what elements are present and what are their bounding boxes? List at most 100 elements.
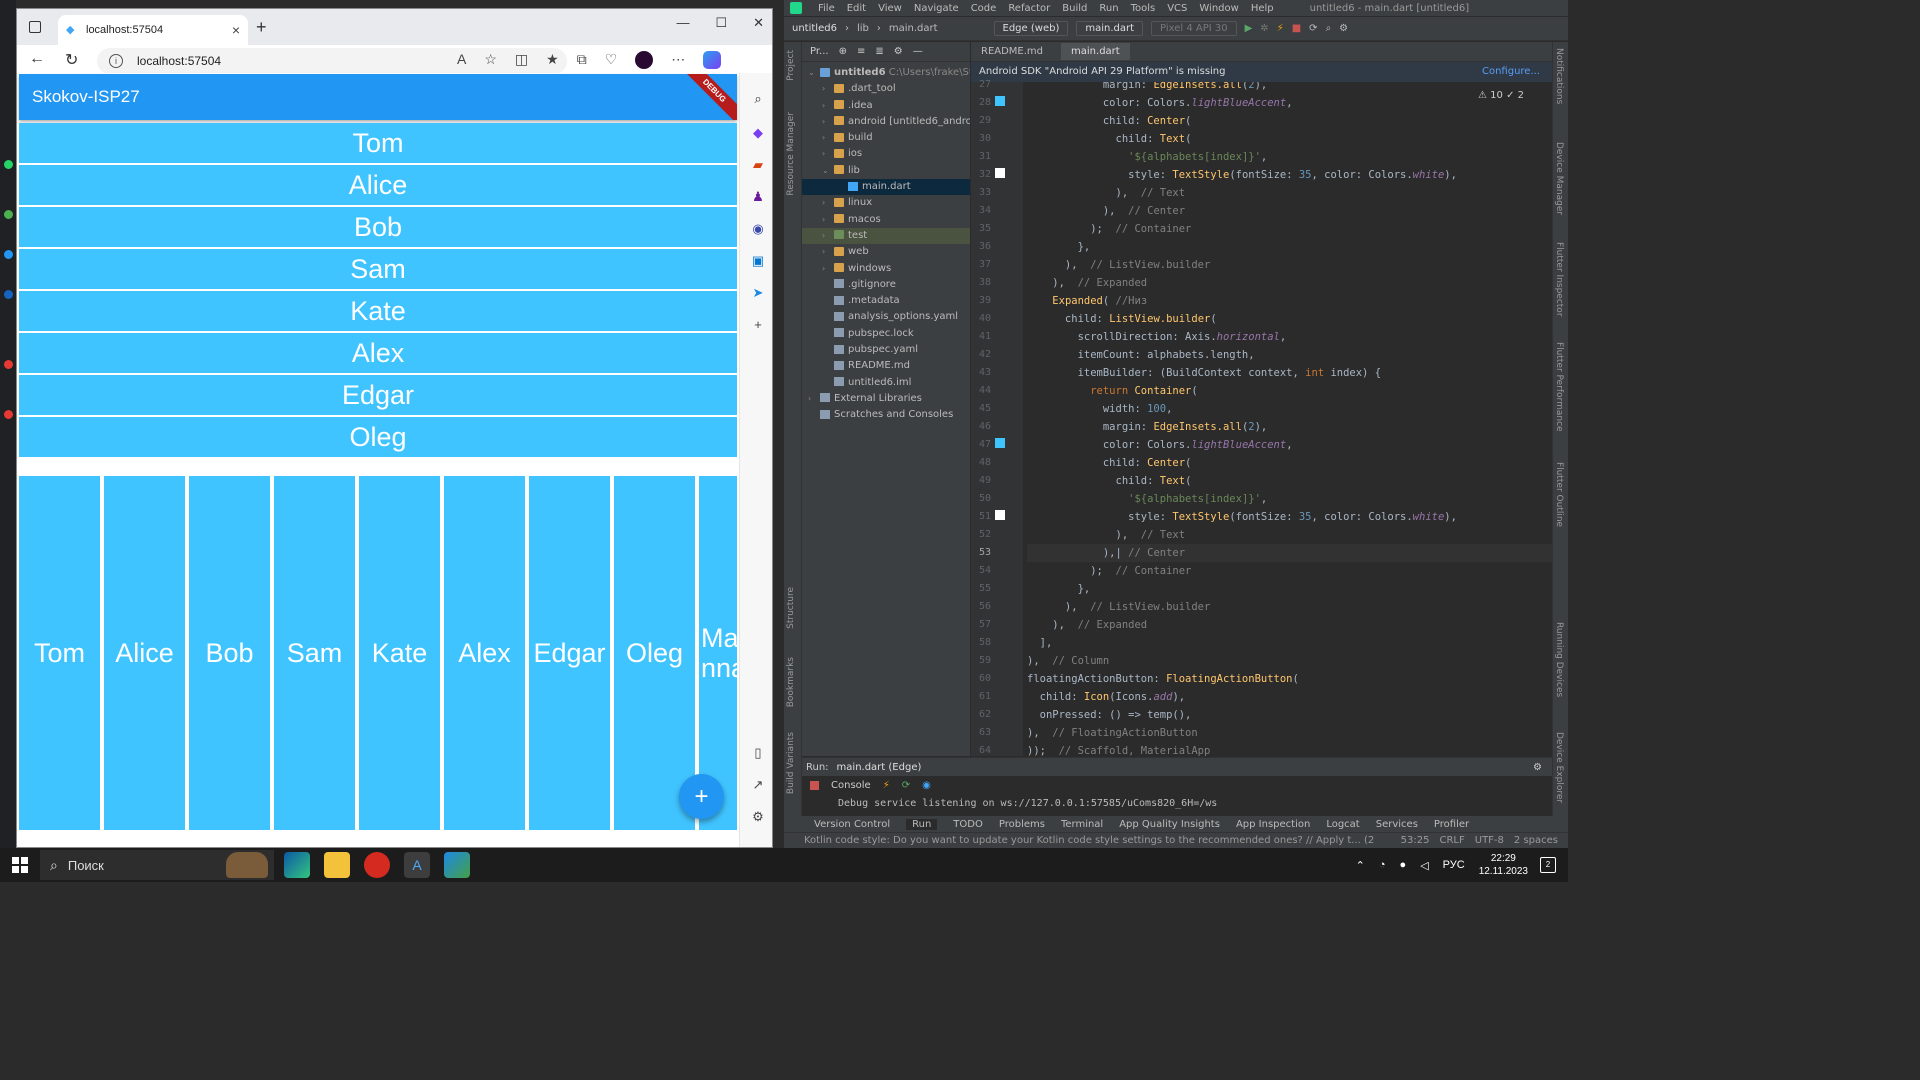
microphone-icon[interactable]: ● (1400, 859, 1407, 871)
code-line[interactable]: return Container( (1027, 382, 1198, 400)
edge-app-icon[interactable] (284, 852, 310, 878)
tab-actions-icon[interactable] (29, 21, 41, 33)
run-icon[interactable]: ▶ (1245, 23, 1253, 34)
code-line[interactable]: ), // Text (1027, 184, 1186, 202)
code-line[interactable]: itemBuilder: (BuildContext context, int … (1027, 364, 1381, 382)
browser-essentials-icon[interactable]: ♡ (605, 51, 618, 69)
tool-version-control[interactable]: Version Control (814, 819, 890, 830)
code-line[interactable]: child: Text( (1027, 130, 1192, 148)
code-line[interactable]: width: 100, (1027, 400, 1173, 418)
open-external-icon[interactable]: ↗ (750, 777, 766, 793)
tree-item[interactable]: › test (802, 227, 970, 245)
sync-icon[interactable]: ⟳ (1309, 23, 1317, 34)
site-info-icon[interactable]: i (109, 54, 123, 68)
console-tab[interactable]: Console (831, 780, 871, 791)
collections-icon[interactable]: ⧉ (577, 51, 587, 69)
code-line[interactable]: child: Icon(Icons.add), (1027, 688, 1185, 706)
menu-item[interactable]: Help (1251, 3, 1274, 14)
profile-avatar[interactable] (635, 51, 654, 69)
inspection-summary[interactable]: ⚠ 10 ✓ 2 (1478, 90, 1524, 101)
sidebar-layout-icon[interactable]: ▯ (750, 745, 766, 761)
menu-item[interactable]: Edit (847, 3, 866, 14)
settings-gear-icon[interactable]: ⚙ (750, 809, 766, 825)
breadcrumb-folder[interactable]: lib (857, 23, 869, 34)
tool-run[interactable]: Run (906, 818, 938, 830)
settings-gear-icon[interactable]: ⚙ (1533, 762, 1542, 773)
code-line[interactable]: }, (1027, 580, 1091, 598)
tree-item[interactable]: untitled6.iml (802, 375, 970, 391)
code-line[interactable]: onPressed: () => temp(), (1027, 706, 1192, 724)
office-icon[interactable]: ◉ (750, 221, 766, 237)
tool-window-flutter-performance[interactable]: Flutter Performance (1554, 342, 1564, 432)
horizontal-list[interactable]: Tom Alice Bob Sam Kate Alex Edgar Oleg Ma nna (19, 476, 737, 830)
browser-tab[interactable]: ◆ localhost:57504 × (58, 15, 248, 45)
tree-item[interactable]: › web (802, 244, 970, 260)
shopping-icon[interactable]: ◆ (750, 125, 766, 141)
run-tab[interactable]: main.dart (Edge) (837, 762, 922, 773)
file-explorer-icon[interactable] (324, 852, 350, 878)
menu-item[interactable]: File (818, 3, 835, 14)
refresh-button[interactable]: ↻ (65, 50, 78, 70)
tree-item[interactable]: ⌄ lib (802, 163, 970, 179)
favorite-star-icon[interactable]: ☆ (484, 51, 497, 69)
code-line[interactable]: ), // Text (1027, 526, 1186, 544)
favorites-icon[interactable]: ★ (546, 51, 559, 69)
tree-item[interactable]: › External Libraries (802, 391, 970, 407)
volume-icon[interactable]: ◁ (1420, 859, 1428, 872)
tree-item[interactable]: › linux (802, 195, 970, 211)
tree-item[interactable]: .metadata (802, 293, 970, 309)
tool-window-flutter-outline[interactable]: Flutter Outline (1554, 462, 1564, 527)
tool-logcat[interactable]: Logcat (1326, 819, 1359, 830)
status-message[interactable]: Kotlin code style: Do you want to update… (804, 835, 1374, 846)
code-line[interactable]: }, (1027, 238, 1091, 256)
tool-window-bookmarks[interactable]: Bookmarks (786, 657, 796, 707)
add-sidebar-app-icon[interactable]: + (750, 317, 766, 333)
tree-item[interactable]: › .dart_tool (802, 81, 970, 97)
tool-window-project[interactable]: Project (786, 50, 796, 81)
code-line[interactable]: color: Colors.lightBlueAccent, (1027, 436, 1293, 454)
code-line[interactable]: ); // Container (1027, 220, 1191, 238)
tree-item[interactable]: › build (802, 130, 970, 146)
code-line[interactable]: style: TextStyle(fontSize: 35, color: Co… (1027, 166, 1457, 184)
opera-app-icon[interactable] (364, 852, 390, 878)
outlook-icon[interactable]: ▣ (750, 253, 766, 269)
code-line[interactable]: ); // Container (1027, 562, 1191, 580)
android-studio-app-icon[interactable]: A (404, 852, 430, 878)
code-line[interactable]: )); // Scaffold, MaterialApp (1027, 742, 1210, 756)
code-line[interactable]: child: Text( (1027, 472, 1192, 490)
copilot-icon[interactable] (703, 51, 722, 69)
devtools-icon[interactable]: ◉ (922, 780, 931, 791)
read-aloud-icon[interactable]: A (457, 51, 466, 69)
tool-window-resource-manager[interactable]: Resource Manager (786, 112, 796, 196)
configure-link[interactable]: Configure... (1482, 62, 1540, 82)
tool-todo[interactable]: TODO (953, 819, 983, 830)
clock[interactable]: 22:29 12.11.2023 (1479, 852, 1528, 878)
tool-app-quality[interactable]: App Quality Insights (1119, 819, 1220, 830)
menu-item[interactable]: Build (1062, 3, 1087, 14)
code-line[interactable]: ), // Center (1027, 202, 1185, 220)
run-config-selector[interactable]: main.dart (1076, 21, 1144, 36)
tree-item[interactable]: analysis_options.yaml (802, 309, 970, 325)
tool-problems[interactable]: Problems (999, 819, 1045, 830)
stop-icon[interactable] (810, 781, 819, 790)
code-line[interactable]: itemCount: alphabets.length, (1027, 346, 1255, 364)
code-line[interactable]: Expanded( //Низ (1027, 292, 1147, 310)
more-menu-icon[interactable]: ⋯ (671, 51, 685, 69)
tool-window-device-explorer[interactable]: Device Explorer (1554, 732, 1564, 803)
debug-icon[interactable]: ✲ (1260, 23, 1268, 34)
code-editor[interactable]: README.md main.dart Android SDK "Android… (971, 42, 1552, 756)
indent-setting[interactable]: 2 spaces (1514, 835, 1558, 846)
tool-window-structure[interactable]: Structure (786, 587, 796, 629)
tree-item[interactable]: .gitignore (802, 277, 970, 293)
tool-profiler[interactable]: Profiler (1434, 819, 1469, 830)
tree-item[interactable]: pubspec.yaml (802, 342, 970, 358)
tree-item[interactable]: Scratches and Consoles (802, 407, 970, 423)
code-line[interactable]: '${alphabets[index]}', (1027, 148, 1267, 166)
settings-gear-icon[interactable]: ⚙ (894, 46, 903, 57)
games-icon[interactable]: ♟ (750, 189, 766, 205)
code-line[interactable]: ], (1027, 634, 1053, 652)
project-view-selector[interactable]: Pr... (810, 46, 829, 57)
hide-panel-icon[interactable]: — (913, 46, 923, 57)
code-line[interactable]: ),| // Center (1027, 544, 1552, 562)
code-line[interactable]: '${alphabets[index]}', (1027, 490, 1267, 508)
